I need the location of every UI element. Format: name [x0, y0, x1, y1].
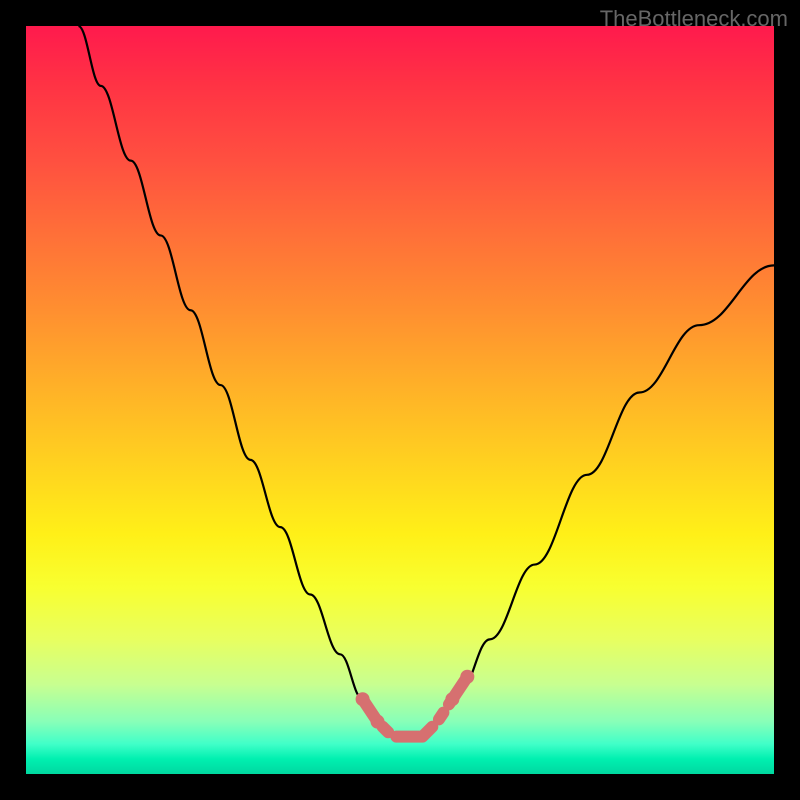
chart-svg — [26, 26, 774, 774]
highlight-zone — [356, 670, 475, 737]
watermark-label: TheBottleneck.com — [600, 6, 788, 32]
chart-container: TheBottleneck.com — [0, 0, 800, 800]
bottleneck-curve — [78, 26, 774, 737]
plot-area — [26, 26, 774, 774]
